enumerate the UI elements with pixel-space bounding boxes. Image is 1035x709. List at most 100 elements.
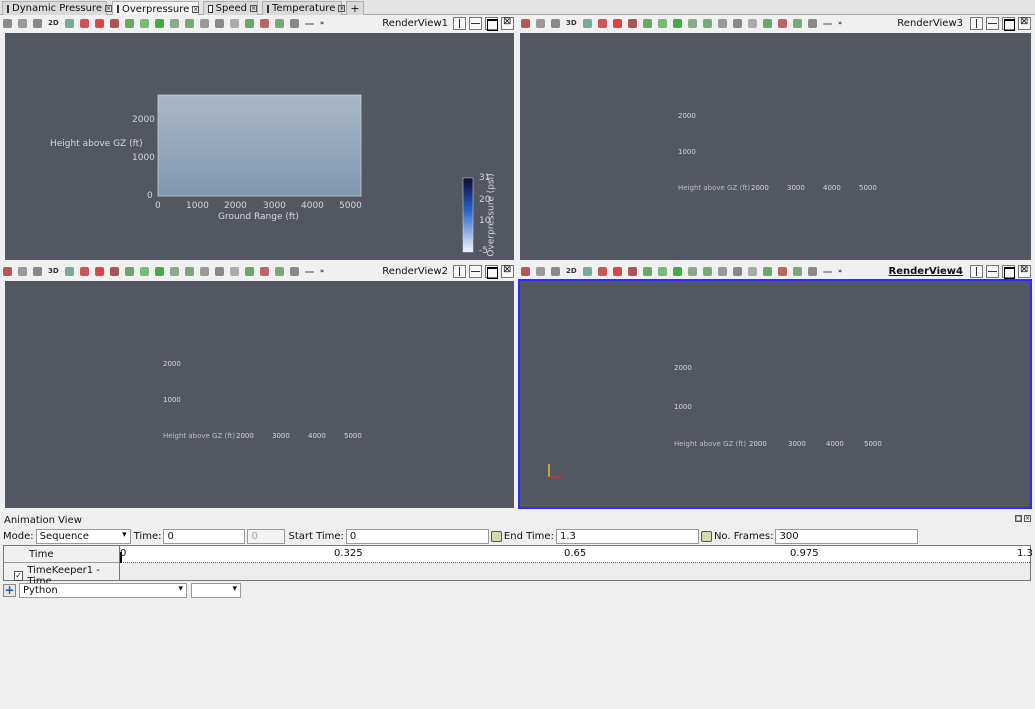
tab-dynamic-pressure[interactable]: Dynamic Pressure × — [2, 1, 112, 15]
view-title[interactable]: RenderView4 — [889, 266, 963, 277]
select-frustum-icon[interactable] — [627, 19, 637, 28]
tab-speed[interactable]: Speed × — [203, 1, 258, 15]
maximize-button[interactable] — [1002, 17, 1015, 31]
shrink-selection-icon[interactable] — [184, 267, 194, 276]
interactive-select-icon[interactable] — [657, 19, 667, 28]
clear-selection-icon[interactable] — [199, 267, 209, 276]
clear-selection-icon[interactable] — [717, 19, 727, 28]
select-points-icon[interactable] — [612, 19, 622, 28]
tab-temperature[interactable]: Temperature × — [262, 1, 346, 15]
zoom-data-icon[interactable] — [536, 267, 545, 276]
close-view-button[interactable] — [501, 16, 514, 30]
zoom-box-icon[interactable] — [64, 267, 74, 276]
select-frustum-icon[interactable] — [627, 267, 637, 276]
select-block-icon[interactable] — [642, 267, 652, 276]
zoom-closest-icon[interactable] — [33, 19, 42, 28]
end-time-input[interactable]: 1.3 — [555, 528, 699, 544]
axes-icon[interactable] — [244, 19, 254, 28]
ruler-icon[interactable] — [214, 267, 224, 276]
clear-selection-icon[interactable] — [199, 19, 209, 28]
split-horizontal-button[interactable] — [970, 265, 983, 278]
hover-icon[interactable] — [672, 19, 682, 28]
lock-end-time-icon[interactable] — [700, 530, 712, 542]
maximize-button[interactable] — [485, 17, 498, 31]
ruler-icon[interactable] — [732, 267, 742, 276]
render-view-4[interactable]: 2000 1000 Height above GZ (ft) 2000 3000… — [518, 279, 1032, 509]
add-icon[interactable] — [289, 19, 299, 28]
close-icon[interactable]: × — [192, 5, 200, 13]
interactive-select-icon[interactable] — [657, 267, 667, 276]
close-icon[interactable]: × — [1024, 515, 1031, 522]
mode-3d-button[interactable]: 3D — [566, 19, 577, 28]
grow-selection-icon[interactable] — [687, 19, 697, 28]
select-block-icon[interactable] — [124, 19, 134, 28]
select-frustum-icon[interactable] — [109, 267, 119, 276]
ruler-icon[interactable] — [732, 19, 742, 28]
more-icon[interactable]: » — [838, 19, 843, 28]
reset-camera-icon[interactable] — [3, 267, 12, 276]
close-icon[interactable]: × — [250, 5, 257, 12]
grow-selection-icon[interactable] — [169, 19, 179, 28]
hover-icon[interactable] — [154, 267, 164, 276]
split-icon[interactable] — [274, 19, 284, 28]
float-icon[interactable]: □ — [1015, 515, 1022, 522]
select-cells-icon[interactable] — [597, 19, 607, 28]
reset-camera-icon[interactable] — [521, 267, 530, 276]
close-icon[interactable]: × — [338, 5, 346, 12]
split-horizontal-button[interactable] — [970, 17, 983, 30]
start-time-input[interactable]: 0 — [345, 528, 489, 544]
maximize-button[interactable] — [1002, 265, 1015, 279]
mode-select[interactable]: Sequence — [35, 528, 131, 544]
split-vertical-button[interactable] — [986, 265, 999, 278]
zoom-closest-icon[interactable] — [33, 267, 42, 276]
split-icon[interactable] — [792, 267, 802, 276]
timeline-ruler[interactable]: 0 0.325 0.65 0.975 1.3 — [120, 546, 1033, 564]
split-horizontal-button[interactable] — [453, 265, 466, 278]
rotate-icon[interactable] — [777, 19, 787, 28]
select-block-icon[interactable] — [642, 19, 652, 28]
view-title[interactable]: RenderView1 — [382, 18, 448, 29]
hover-icon[interactable] — [154, 19, 164, 28]
select-block-icon[interactable] — [124, 267, 134, 276]
remove-icon[interactable] — [304, 22, 314, 25]
interactive-select-icon[interactable] — [139, 19, 149, 28]
remove-icon[interactable] — [822, 22, 832, 25]
add-icon[interactable] — [289, 267, 299, 276]
split-vertical-button[interactable] — [469, 265, 482, 278]
remove-icon[interactable] — [822, 270, 832, 273]
track-property-select[interactable] — [191, 582, 241, 598]
lock-start-time-icon[interactable] — [490, 530, 502, 542]
split-icon[interactable] — [792, 19, 802, 28]
axes-icon[interactable] — [762, 267, 772, 276]
view-title[interactable]: RenderView2 — [382, 266, 448, 277]
more-icon[interactable]: » — [320, 267, 325, 276]
close-view-button[interactable] — [1018, 264, 1031, 278]
frames-input[interactable]: 300 — [775, 528, 919, 544]
close-view-button[interactable] — [501, 264, 514, 278]
zoom-box-icon[interactable] — [64, 19, 74, 28]
select-cells-icon[interactable] — [79, 19, 89, 28]
close-icon[interactable]: × — [104, 5, 112, 12]
pick-center-icon[interactable] — [747, 19, 757, 28]
close-view-button[interactable] — [1018, 16, 1031, 30]
remove-icon[interactable] — [304, 270, 314, 273]
zoom-box-icon[interactable] — [582, 267, 592, 276]
add-icon[interactable] — [807, 19, 817, 28]
shrink-selection-icon[interactable] — [184, 19, 194, 28]
more-icon[interactable]: » — [320, 19, 325, 28]
reset-camera-icon[interactable] — [521, 19, 530, 28]
render-view-3[interactable]: 2000 1000 Height above GZ (ft) 2000 3000… — [520, 33, 1031, 260]
hover-icon[interactable] — [672, 267, 682, 276]
tab-overpressure[interactable]: Overpressure × — [112, 1, 200, 16]
select-points-icon[interactable] — [94, 19, 104, 28]
new-tab-button[interactable]: + — [346, 1, 364, 15]
render-view-2[interactable]: 2000 1000 Height above GZ (ft) 2000 3000… — [5, 281, 514, 508]
track-source-select[interactable]: Python — [19, 582, 187, 598]
grow-selection-icon[interactable] — [687, 267, 697, 276]
pick-center-icon[interactable] — [229, 267, 239, 276]
axes-icon[interactable] — [762, 19, 772, 28]
maximize-button[interactable] — [485, 265, 498, 279]
zoom-data-icon[interactable] — [18, 267, 27, 276]
shrink-selection-icon[interactable] — [702, 19, 712, 28]
shrink-selection-icon[interactable] — [702, 267, 712, 276]
